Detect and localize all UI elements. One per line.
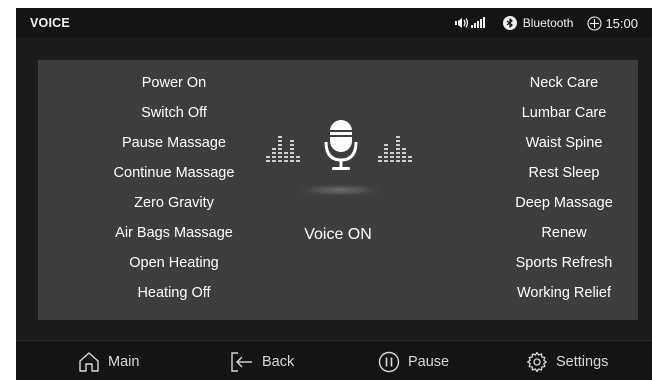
main-button[interactable]: Main	[78, 351, 139, 373]
home-icon	[79, 352, 99, 372]
signal-icon	[470, 17, 485, 28]
voice-status-label: Voice ON	[304, 226, 372, 243]
clock-icon	[587, 15, 603, 31]
pause-button[interactable]: Pause	[378, 351, 449, 373]
back-icon	[231, 352, 252, 372]
voice-command-panel: Power On Switch Off Pause Massage Contin…	[38, 60, 638, 320]
bluetooth-label: Bluetooth	[522, 16, 574, 30]
command-item: Lumbar Care	[521, 105, 607, 121]
command-item: Rest Sleep	[528, 165, 600, 181]
pause-icon	[378, 351, 400, 373]
command-item: Sports Refresh	[515, 255, 613, 271]
back-label: Back	[262, 354, 295, 370]
command-item: Renew	[541, 225, 587, 241]
volume-icon	[454, 18, 468, 28]
pause-label: Pause	[408, 354, 450, 370]
command-item: Continue Massage	[113, 165, 235, 181]
command-item: Waist Spine	[525, 135, 603, 151]
command-item: Deep Massage	[515, 195, 613, 211]
command-item: Air Bags Massage	[115, 225, 233, 241]
command-item: Zero Gravity	[134, 195, 214, 211]
clock: 15:00	[587, 16, 638, 31]
command-list-right: Neck Care Lumbar Care Waist Spine Rest S…	[474, 68, 652, 308]
command-item: Power On	[141, 75, 207, 91]
bluetooth-icon	[502, 16, 517, 30]
voice-glow	[300, 184, 380, 196]
volume-signal-indicator	[454, 17, 485, 29]
status-bar: VOICE Bluetooth 15:00	[16, 8, 652, 38]
command-item: Pause Massage	[122, 135, 226, 151]
command-item: Open Heating	[129, 255, 219, 271]
status-indicators: Bluetooth 15:00	[454, 14, 638, 32]
equalizer-icon	[378, 136, 412, 162]
settings-button[interactable]: Settings	[526, 351, 608, 373]
voice-screen: VOICE Bluetooth 15:00 Power On Switch Of…	[16, 8, 652, 380]
microphone-icon	[324, 120, 358, 170]
back-button[interactable]: Back	[230, 351, 294, 373]
bottom-navigation: Main Back Pause Settings	[16, 340, 652, 380]
settings-icon	[527, 351, 547, 373]
command-list-left: Power On Switch Off Pause Massage Contin…	[84, 68, 264, 308]
clock-time: 15:00	[605, 15, 638, 31]
command-item: Neck Care	[529, 75, 599, 91]
command-item: Switch Off	[141, 105, 207, 121]
command-item: Heating Off	[137, 285, 211, 301]
command-item: Working Relief	[516, 285, 612, 301]
settings-label: Settings	[556, 354, 609, 370]
bluetooth-status[interactable]: Bluetooth	[502, 16, 574, 30]
screen-title: VOICE	[30, 16, 70, 30]
equalizer-icon	[266, 136, 300, 162]
main-label: Main	[108, 354, 140, 370]
voice-visualizer	[266, 120, 412, 170]
